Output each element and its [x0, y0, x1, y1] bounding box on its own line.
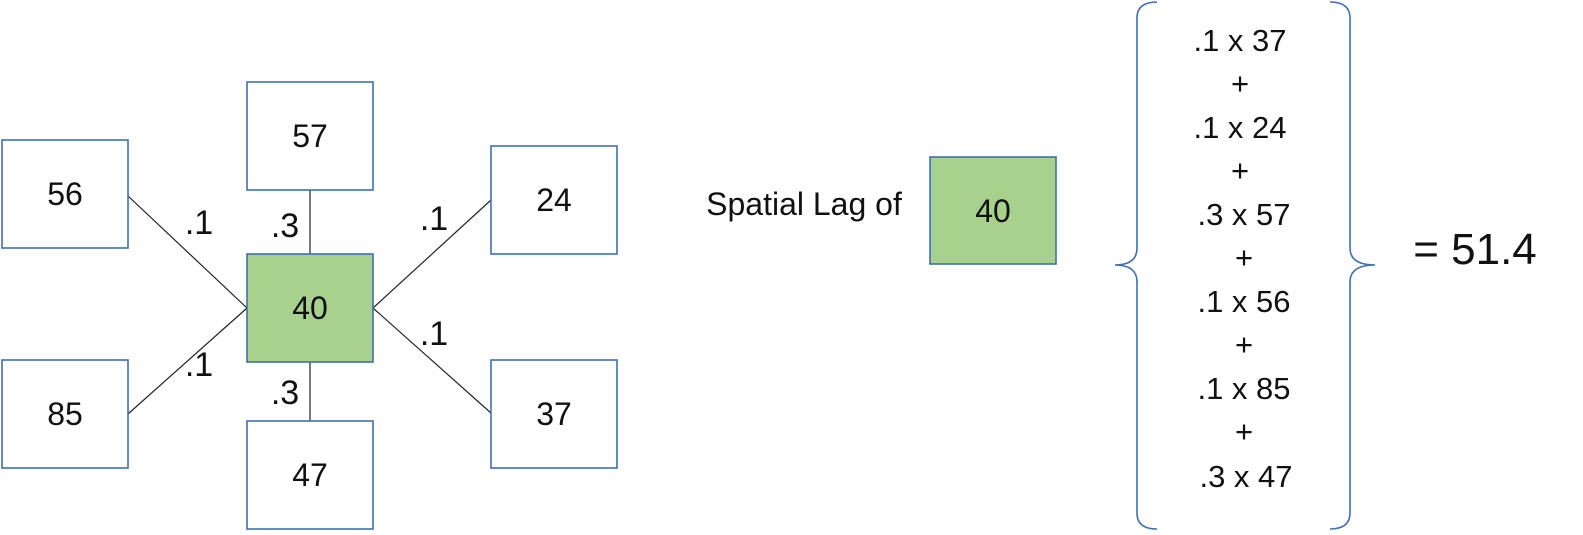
plus-sign: + — [1235, 327, 1253, 362]
formula-term-3: .3 x 57 — [1197, 197, 1290, 232]
plus-sign: + — [1235, 414, 1253, 449]
neighbor-value-lower-left: 85 — [47, 396, 83, 432]
neighbor-box-lower-right: 37 — [490, 359, 618, 469]
formula-terms: .1 x 37 + .1 x 24 + .3 x 57 + .1 x 56 + … — [1193, 23, 1292, 494]
plus-sign: + — [1231, 153, 1249, 188]
neighbor-box-lower-left: 85 — [1, 359, 129, 469]
formula-term-1: .1 x 37 — [1193, 23, 1286, 58]
weight-label-bottom: .3 — [271, 374, 299, 412]
weight-label-upper-right: .1 — [420, 200, 448, 238]
neighbor-box-bottom: 47 — [246, 420, 374, 530]
neighbor-box-upper-right: 24 — [490, 145, 618, 255]
formula-term-4: .1 x 56 — [1197, 284, 1290, 319]
weight-label-top: .3 — [271, 207, 299, 245]
plus-sign: + — [1231, 66, 1249, 101]
neighbor-value-lower-right: 37 — [536, 396, 572, 432]
neighbor-box-upper-left: 56 — [1, 139, 129, 249]
weight-label-lower-right: .1 — [420, 315, 448, 353]
lag-box-value: 40 — [975, 193, 1011, 229]
center-value: 40 — [292, 290, 328, 326]
formula-term-6: .3 x 47 — [1199, 459, 1292, 494]
spatial-lag-diagram: 57 47 56 85 24 37 40 .3 .3 .1 .1 .1 .1 S… — [1, 1, 1537, 530]
neighbor-value-upper-right: 24 — [536, 182, 572, 218]
neighbor-value-top: 57 — [292, 118, 328, 154]
right-brace — [1329, 1, 1376, 530]
center-box: 40 — [246, 253, 374, 363]
plus-sign: + — [1235, 240, 1253, 275]
left-brace — [1114, 1, 1158, 530]
formula-term-2: .1 x 24 — [1193, 110, 1286, 145]
formula-term-5: .1 x 85 — [1197, 371, 1290, 406]
neighbor-box-top: 57 — [246, 81, 374, 191]
spatial-lag-label: Spatial Lag of — [706, 186, 902, 222]
lag-box: 40 — [929, 156, 1057, 265]
weight-label-upper-left: .1 — [185, 204, 213, 242]
neighbor-value-bottom: 47 — [292, 457, 328, 493]
neighbor-value-upper-left: 56 — [47, 176, 83, 212]
weight-label-lower-left: .1 — [185, 346, 213, 384]
result-value: = 51.4 — [1413, 225, 1537, 274]
